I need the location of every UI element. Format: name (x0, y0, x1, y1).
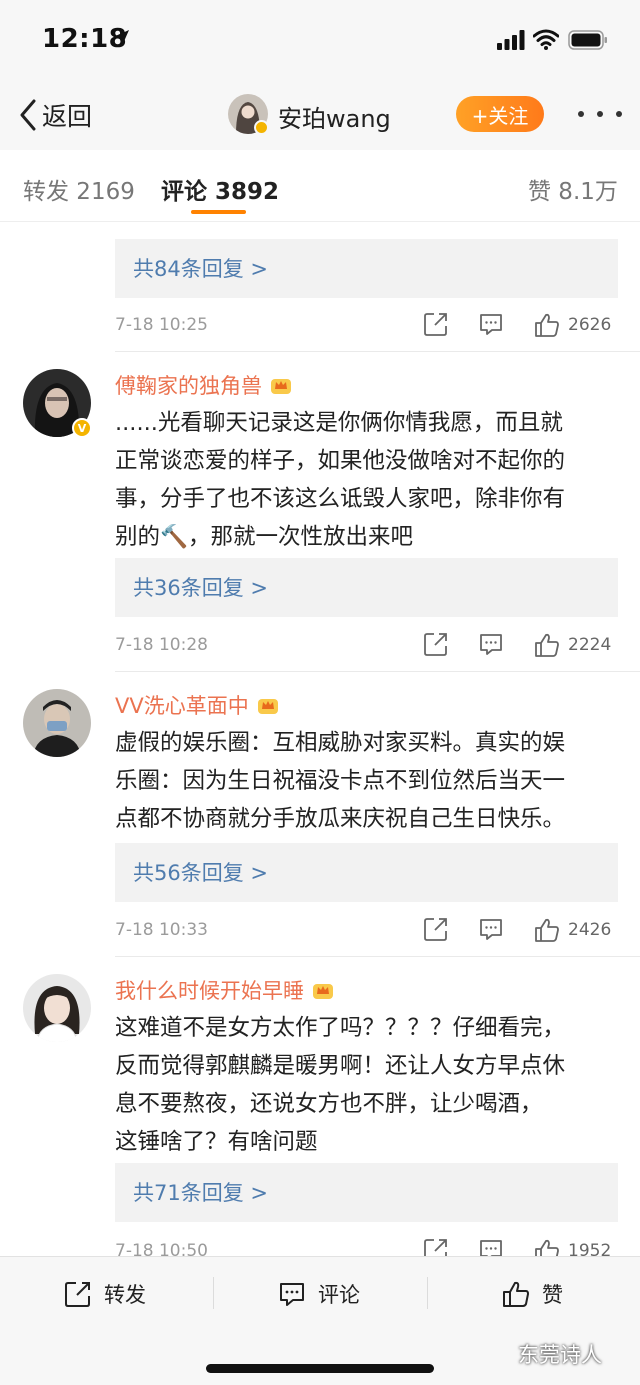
replies-link[interactable]: 共84条回复 > (115, 239, 618, 298)
comment-meta-row: 7-18 10:33 2426 (0, 912, 640, 952)
comment-line: 这锤啥了？有啥问题 (115, 1129, 318, 1155)
tab-comments[interactable]: 评论 3892 (161, 172, 279, 206)
wifi-icon (533, 29, 559, 50)
share-icon (65, 1282, 90, 1307)
like-icon (535, 633, 559, 657)
like-count: 2426 (568, 920, 612, 940)
verified-icon (254, 120, 269, 135)
replies-link[interactable]: 共56条回复 > (115, 843, 618, 902)
replies-count: 共84条回复 > (133, 257, 268, 281)
like-button[interactable]: 2626 (534, 311, 611, 339)
tab-bar: 转发 2169 评论 3892 赞 8.1万 (0, 150, 640, 222)
comment-divider (115, 671, 640, 672)
status-bar: 12:18 (0, 0, 640, 80)
commenter-name[interactable]: VV洗心革面中 (115, 690, 279, 720)
comment-line: 息不要熬夜，还说女方也不胖，让少喝酒， (115, 1091, 543, 1117)
like-count: 2626 (568, 315, 612, 335)
battery-icon (568, 30, 607, 50)
share-icon[interactable] (423, 916, 449, 942)
comment-button[interactable]: 评论 (278, 1277, 360, 1311)
replies-link[interactable]: 共36条回复 > (115, 558, 618, 617)
comment-text: 这难道不是女方太作了吗？？？？仔细看完， 反而觉得郭麒麟是暖男啊！还让人女方早点… (115, 1009, 621, 1161)
like-icon (535, 918, 559, 942)
nav-bar: 返回 安珀wang +关注 (0, 80, 640, 150)
tab-active-indicator (191, 210, 246, 214)
comment-icon (280, 1283, 304, 1306)
like-count: 2224 (568, 635, 612, 655)
replies-link[interactable]: 共71条回复 > (115, 1163, 618, 1222)
like-bottom-button[interactable]: 赞 (502, 1277, 563, 1311)
watermark: 东莞诗人 (518, 1343, 602, 1367)
comment-text: 虚假的娱乐圈：互相威胁对家买料。真实的娱 乐圈：因为生日祝福没卡点不到位然后当天… (115, 724, 621, 838)
cellular-signal-icon (497, 30, 525, 50)
comment-icon[interactable] (478, 916, 504, 942)
like-button[interactable]: 2426 (534, 916, 611, 944)
commenter-avatar[interactable] (23, 689, 91, 757)
crown-icon (257, 699, 278, 714)
back-chevron-icon (20, 99, 36, 131)
comment-line: 正常谈恋爱的样子，如果他没做啥对不起你的 (115, 448, 566, 474)
comment-line: 虚假的娱乐圈：互相威胁对家买料。真实的娱 (115, 730, 566, 756)
comment-line: 这难道不是女方太作了吗？？？？仔细看完， (115, 1015, 566, 1041)
commenter-name[interactable]: 我什么时候开始早睡 (115, 975, 334, 1005)
comment-time: 7-18 10:28 (115, 635, 208, 655)
location-arrow-icon (113, 30, 129, 46)
back-label: 返回 (42, 102, 93, 131)
tab-repost[interactable]: 转发 2169 (23, 172, 135, 206)
comment-line: 反而觉得郭麒麟是暖男啊！还让人女方早点休 (115, 1053, 566, 1079)
comment-line: ......光看聊天记录这是你俩你情我愿，而且就 (115, 410, 563, 436)
like-button[interactable]: 2224 (534, 631, 611, 659)
comment-divider (115, 956, 640, 957)
comment-line: 乐圈：因为生日祝福没卡点不到位然后当天一 (115, 768, 566, 794)
comment-icon[interactable] (478, 631, 504, 657)
comment-text: ......光看聊天记录这是你俩你情我愿，而且就 正常谈恋爱的样子，如果他没做啥… (115, 404, 621, 556)
commenter-name-text: 我什么时候开始早睡 (115, 979, 304, 1003)
comment-meta-row: 7-18 10:25 2626 (0, 307, 640, 347)
verified-icon: V (72, 418, 92, 438)
like-icon (503, 1281, 529, 1307)
share-icon[interactable] (423, 631, 449, 657)
comment-line: 事，分手了也不该这么诋毁人家吧，除非你有 (115, 486, 566, 512)
author-name[interactable]: 安珀wang (278, 99, 391, 134)
like-label: 赞 (542, 1283, 563, 1307)
commenter-name-text: 傅鞠家的独角兽 (115, 374, 262, 398)
bottom-divider (427, 1277, 428, 1309)
comment-divider (115, 351, 640, 352)
commenter-name[interactable]: 傅鞠家的独角兽 (115, 370, 292, 400)
comment-time: 7-18 10:33 (115, 920, 208, 940)
bottom-divider (213, 1277, 214, 1309)
crown-icon (271, 379, 291, 394)
home-indicator (206, 1364, 434, 1373)
comment-line: 别的🔨，那就一次性放出来吧 (115, 524, 414, 550)
comment-label: 评论 (318, 1283, 360, 1307)
tab-likes[interactable]: 赞 8.1万 (528, 172, 618, 206)
comment-line: 点都不协商就分手放瓜来庆祝自己生日快乐。 (115, 806, 566, 832)
comment-time: 7-18 10:25 (115, 315, 208, 335)
commenter-avatar[interactable] (23, 974, 91, 1042)
more-icon[interactable] (578, 102, 622, 126)
comment-meta-row: 7-18 10:28 2224 (0, 627, 640, 667)
replies-count: 共56条回复 > (133, 861, 268, 885)
repost-button[interactable]: 转发 (64, 1277, 146, 1311)
share-icon[interactable] (423, 311, 449, 337)
bottom-action-bar: 转发 评论 赞 东莞诗人 (0, 1256, 640, 1385)
like-icon (535, 313, 559, 337)
comment-icon[interactable] (478, 311, 504, 337)
back-button[interactable]: 返回 (18, 96, 92, 134)
commenter-name-text: VV洗心革面中 (115, 694, 249, 718)
crown-icon (313, 984, 333, 999)
replies-count: 共71条回复 > (133, 1181, 268, 1205)
repost-label: 转发 (104, 1283, 146, 1307)
follow-button[interactable]: +关注 (456, 96, 544, 132)
replies-count: 共36条回复 > (133, 576, 268, 600)
